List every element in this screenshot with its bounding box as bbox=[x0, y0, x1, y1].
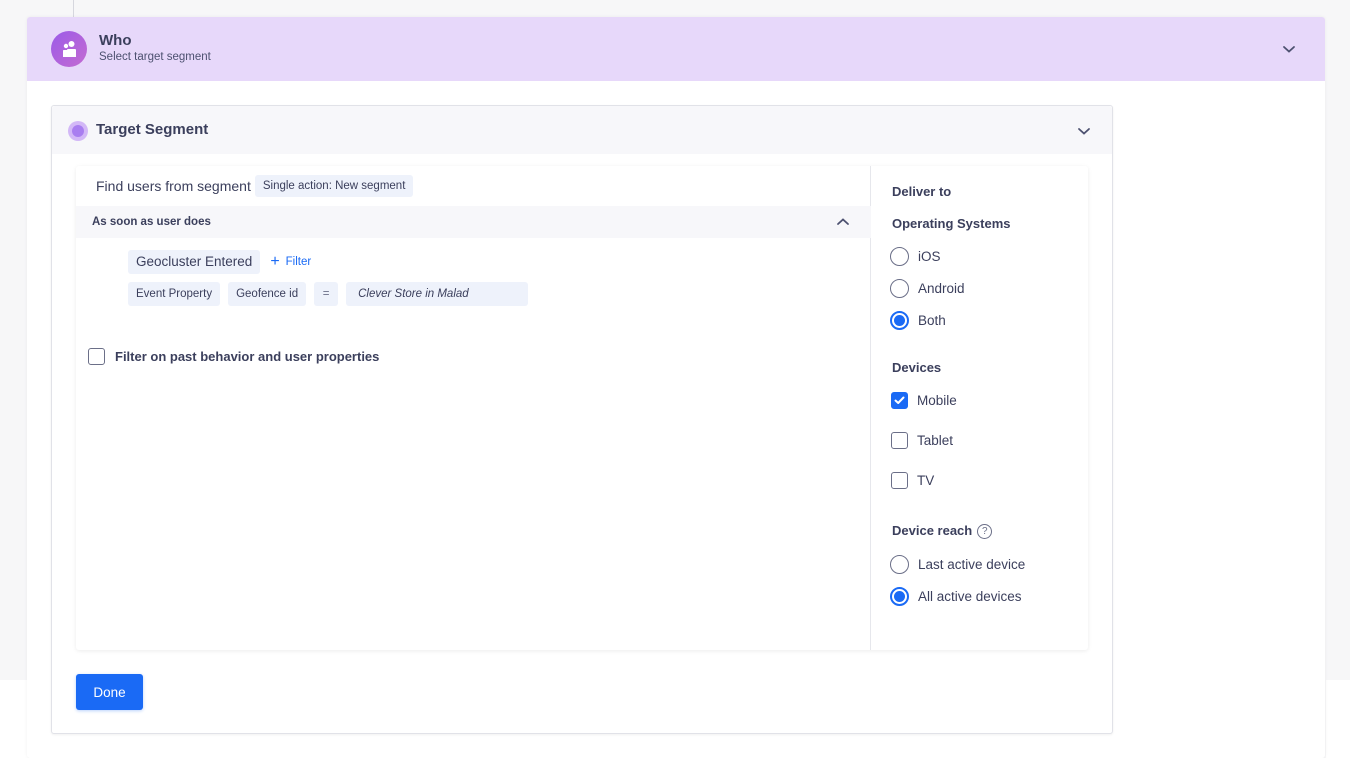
os-option-android[interactable]: Android bbox=[890, 279, 965, 298]
reach-option-all-active[interactable]: All active devices bbox=[890, 587, 1022, 606]
os-radio-ios[interactable] bbox=[890, 247, 909, 266]
device-option-mobile[interactable]: Mobile bbox=[891, 392, 957, 409]
add-filter-label: Filter bbox=[285, 256, 312, 268]
trigger-label: As soon as user does bbox=[92, 216, 211, 228]
os-label-android: Android bbox=[918, 281, 965, 296]
os-label-ios: iOS bbox=[918, 249, 941, 264]
chevron-down-icon[interactable] bbox=[1281, 41, 1297, 57]
reach-label-all-active: All active devices bbox=[918, 589, 1022, 604]
device-checkbox-mobile[interactable] bbox=[891, 392, 908, 409]
chevron-down-icon[interactable] bbox=[1076, 123, 1092, 139]
os-radio-both[interactable] bbox=[890, 311, 909, 330]
os-heading: Operating Systems bbox=[892, 216, 1011, 231]
property-type-selector[interactable]: Event Property bbox=[128, 282, 221, 306]
os-option-ios[interactable]: iOS bbox=[890, 247, 941, 266]
segment-conditions-pane: Find users from segment Single action: N… bbox=[76, 166, 871, 650]
device-option-tv[interactable]: TV bbox=[891, 472, 934, 489]
property-filter-row: Event Property Geofence id = bbox=[128, 282, 529, 306]
device-option-tablet[interactable]: Tablet bbox=[891, 432, 953, 449]
who-header[interactable]: Who Select target segment bbox=[27, 17, 1325, 81]
add-filter-button[interactable]: + Filter bbox=[270, 253, 312, 270]
device-label-tablet: Tablet bbox=[917, 433, 954, 448]
background-panel bbox=[0, 680, 28, 758]
reach-label-last-active: Last active device bbox=[918, 557, 1026, 572]
device-label-mobile: Mobile bbox=[917, 393, 957, 408]
device-checkbox-tv[interactable] bbox=[891, 472, 908, 489]
past-behavior-filter[interactable]: Filter on past behavior and user propert… bbox=[88, 348, 379, 365]
past-behavior-label: Filter on past behavior and user propert… bbox=[115, 349, 380, 364]
timeline-connector bbox=[73, 0, 74, 17]
event-selector[interactable]: Geocluster Entered bbox=[128, 250, 261, 274]
help-icon[interactable]: ? bbox=[977, 524, 993, 540]
past-behavior-checkbox[interactable] bbox=[88, 348, 105, 365]
segment-type-tag[interactable]: Single action: New segment bbox=[254, 175, 414, 197]
who-subtitle: Select target segment bbox=[99, 51, 211, 63]
chevron-up-icon[interactable] bbox=[835, 214, 851, 230]
background-panel bbox=[1326, 680, 1350, 758]
trigger-section-header[interactable]: As soon as user does bbox=[76, 206, 871, 238]
deliver-to-pane: Deliver to Operating Systems iOS Android… bbox=[872, 166, 1088, 650]
device-reach-heading: Device reach? bbox=[892, 523, 993, 540]
os-label-both: Both bbox=[918, 313, 946, 328]
target-segment-title: Target Segment bbox=[96, 121, 209, 138]
who-section: Who Select target segment Target Segment… bbox=[27, 17, 1325, 758]
device-reach-label: Device reach bbox=[892, 523, 973, 538]
device-checkbox-tablet[interactable] bbox=[891, 432, 908, 449]
target-segment-card: Target Segment Find users from segment S… bbox=[51, 105, 1113, 734]
operator-selector[interactable]: = bbox=[314, 282, 339, 306]
who-title: Who bbox=[99, 32, 132, 49]
property-value-input[interactable] bbox=[346, 282, 529, 306]
device-label-tv: TV bbox=[917, 473, 935, 488]
users-icon bbox=[51, 31, 87, 67]
reach-option-last-active[interactable]: Last active device bbox=[890, 555, 1025, 574]
os-radio-android[interactable] bbox=[890, 279, 909, 298]
reach-radio-all-active[interactable] bbox=[890, 587, 909, 606]
deliver-to-heading: Deliver to bbox=[892, 184, 952, 199]
plus-icon: + bbox=[270, 253, 280, 270]
reach-radio-last-active[interactable] bbox=[890, 555, 909, 574]
find-users-label: Find users from segment bbox=[96, 178, 251, 194]
segment-builder: Find users from segment Single action: N… bbox=[76, 166, 1088, 650]
checkmark-icon bbox=[894, 396, 905, 404]
segment-dot-icon bbox=[68, 121, 88, 141]
os-option-both[interactable]: Both bbox=[890, 311, 946, 330]
devices-heading: Devices bbox=[892, 360, 942, 375]
event-row: Geocluster Entered + Filter bbox=[128, 250, 311, 274]
find-users-row: Find users from segment Single action: N… bbox=[96, 174, 414, 198]
done-button[interactable]: Done bbox=[76, 674, 143, 710]
property-name-selector[interactable]: Geofence id bbox=[228, 282, 307, 306]
target-segment-header[interactable]: Target Segment bbox=[52, 106, 1112, 154]
